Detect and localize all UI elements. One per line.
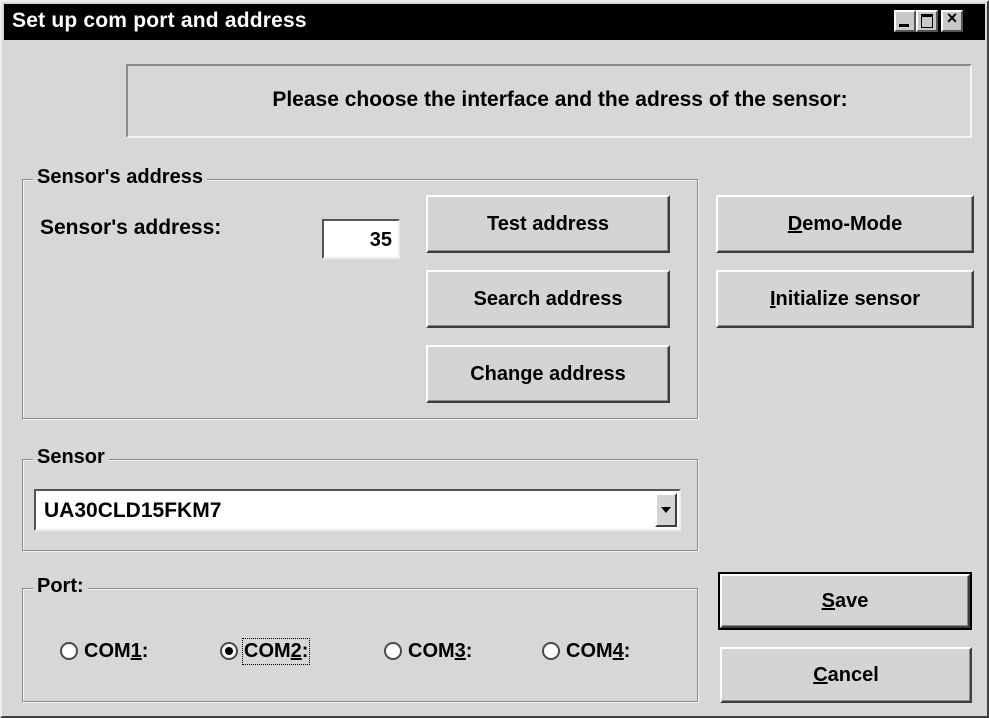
- com1-radio-label: COM1:: [84, 639, 149, 662]
- com4-radio[interactable]: COM4:: [542, 638, 630, 664]
- cancel-accel: C: [813, 663, 828, 686]
- window-title: Set up com port and address: [12, 9, 307, 32]
- com2-radio-circle[interactable]: [220, 642, 238, 660]
- port-group-label: Port:: [33, 575, 88, 598]
- title-bar[interactable]: Set up com port and address ×: [4, 4, 985, 40]
- com3-radio-label: COM3:: [408, 639, 473, 662]
- change-address-button[interactable]: Change address: [426, 345, 670, 403]
- initialize-sensor-label: nitialize sensor: [775, 287, 921, 310]
- sensor-address-label: Sensor's address:: [40, 216, 222, 239]
- com3-radio[interactable]: COM3:: [384, 638, 472, 664]
- instruction-banner: Please choose the interface and the adre…: [126, 64, 972, 138]
- save-accel: S: [821, 589, 835, 612]
- com4-radio-circle[interactable]: [542, 642, 560, 660]
- close-button[interactable]: ×: [941, 8, 963, 32]
- sensor-address-input[interactable]: 35: [322, 219, 400, 259]
- search-address-button[interactable]: Search address: [426, 270, 670, 328]
- com2-radio[interactable]: COM2:: [220, 637, 311, 665]
- initialize-sensor-button[interactable]: Initialize sensor: [716, 270, 974, 328]
- close-icon: ×: [946, 8, 958, 28]
- save-button[interactable]: Save: [718, 572, 972, 630]
- com4-radio-label: COM4:: [566, 639, 631, 662]
- test-address-button[interactable]: Test address: [426, 195, 670, 253]
- instruction-text: Please choose the interface and the adre…: [272, 88, 848, 111]
- com1-radio-circle[interactable]: [60, 642, 78, 660]
- minimize-button[interactable]: [894, 10, 916, 32]
- sensor-address-group-label: Sensor's address: [33, 166, 207, 189]
- save-label: ave: [834, 589, 869, 612]
- demo-mode-button[interactable]: Demo-Mode: [716, 195, 974, 253]
- dropdown-arrow-icon[interactable]: [655, 493, 677, 527]
- sensor-select[interactable]: UA30CLD15FKM7: [34, 489, 681, 531]
- demo-mode-label: emo-Mode: [802, 212, 903, 235]
- com2-radio-label: COM2:: [241, 637, 311, 665]
- minimize-icon: [899, 24, 909, 27]
- com3-radio-circle[interactable]: [384, 642, 402, 660]
- com1-radio[interactable]: COM1:: [60, 638, 148, 664]
- sensor-select-value: UA30CLD15FKM7: [44, 499, 222, 522]
- sensor-group-label: Sensor: [33, 446, 109, 469]
- cancel-label: ancel: [827, 663, 879, 686]
- demo-mode-accel: D: [787, 212, 803, 235]
- maximize-button[interactable]: [916, 10, 938, 32]
- cancel-button[interactable]: Cancel: [720, 647, 972, 703]
- maximize-icon: [921, 14, 933, 28]
- setup-dialog: Set up com port and address × Please cho…: [0, 0, 989, 718]
